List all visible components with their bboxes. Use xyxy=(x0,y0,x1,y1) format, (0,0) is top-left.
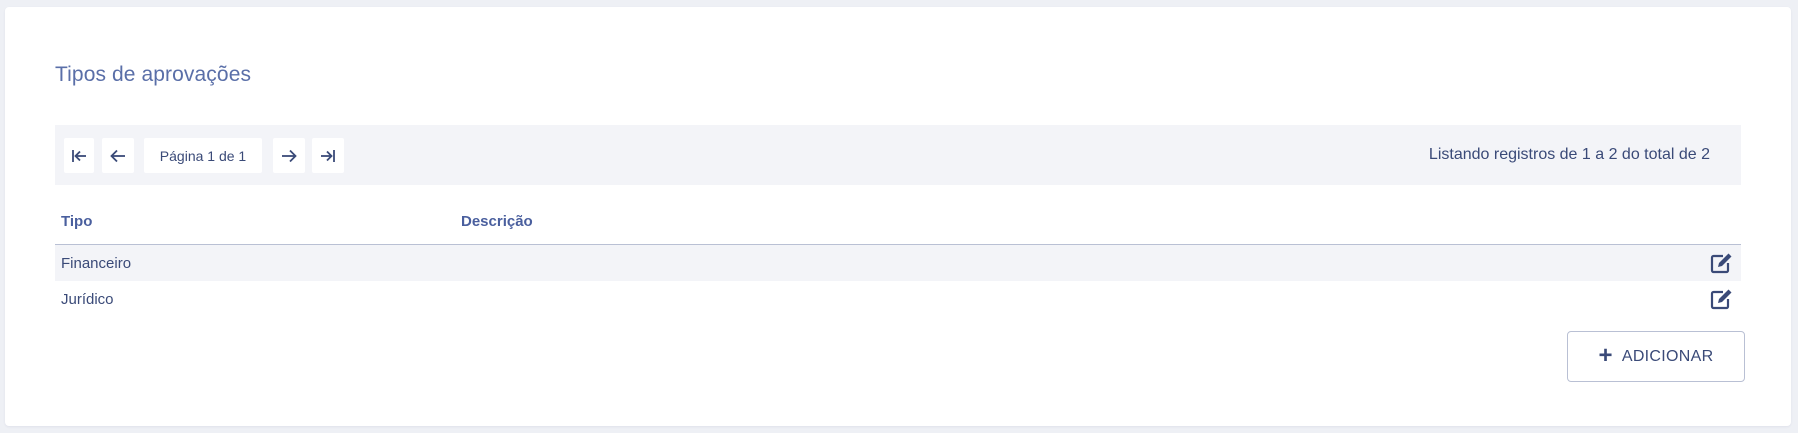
edit-icon xyxy=(1710,253,1732,274)
add-button[interactable]: + ADICIONAR xyxy=(1567,331,1745,382)
first-page-button[interactable] xyxy=(64,138,94,173)
last-page-button[interactable] xyxy=(312,138,344,173)
cell-tipo: Financeiro xyxy=(61,255,132,272)
plus-icon: + xyxy=(1598,341,1613,369)
table-header: Tipo Descrição xyxy=(55,203,1741,245)
column-header-tipo: Tipo xyxy=(61,213,93,230)
column-header-descricao: Descrição xyxy=(461,213,533,230)
previous-page-button[interactable] xyxy=(102,138,134,173)
edit-icon xyxy=(1710,289,1732,310)
listing-info: Listando registros de 1 a 2 do total de … xyxy=(1428,146,1710,163)
last-page-icon xyxy=(321,149,335,162)
edit-button[interactable] xyxy=(1709,288,1733,310)
next-page-button[interactable] xyxy=(273,138,305,173)
approval-types-card: Tipos de aprovações Página 1 de 1 Listan… xyxy=(5,7,1791,426)
approval-types-table: Tipo Descrição Financeiro Jurídico xyxy=(55,203,1741,317)
table-row: Jurídico xyxy=(55,281,1741,317)
add-button-label: ADICIONAR xyxy=(1621,347,1714,365)
arrow-right-icon xyxy=(282,149,297,162)
page-title: Tipos de aprovações xyxy=(55,63,252,86)
edit-button[interactable] xyxy=(1709,252,1733,274)
table-row: Financeiro xyxy=(55,245,1741,281)
first-page-icon xyxy=(72,149,86,162)
page-indicator: Página 1 de 1 xyxy=(144,138,262,173)
cell-tipo: Jurídico xyxy=(61,291,114,308)
pagination-toolbar: Página 1 de 1 Listando registros de 1 a … xyxy=(55,125,1741,185)
arrow-left-icon xyxy=(110,149,125,162)
